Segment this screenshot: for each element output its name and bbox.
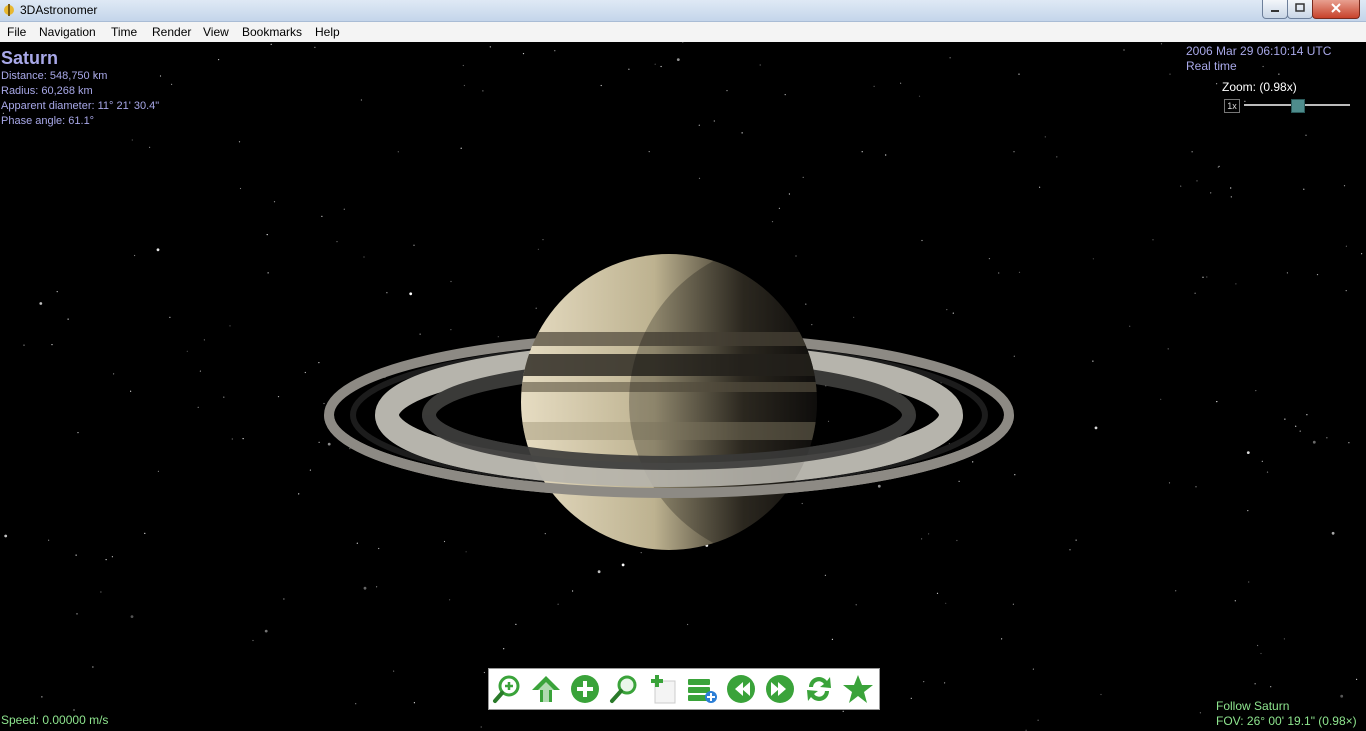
object-info: Distance: 548,750 km Radius: 60,268 km A… bbox=[1, 69, 159, 129]
object-distance: Distance: 548,750 km bbox=[1, 70, 108, 82]
app-icon bbox=[4, 4, 14, 16]
fast-forward-icon[interactable] bbox=[764, 673, 796, 705]
maximize-icon bbox=[1295, 3, 1305, 12]
zoom-in-icon[interactable] bbox=[491, 673, 523, 705]
minimize-button[interactable] bbox=[1262, 0, 1288, 19]
close-button[interactable] bbox=[1312, 0, 1360, 19]
object-name: Saturn bbox=[1, 48, 59, 68]
menu-bar: File Navigation Time Render View Bookmar… bbox=[0, 22, 1366, 43]
speed-readout: Speed: 0.00000 m/s bbox=[1, 713, 109, 727]
sky-viewport[interactable]: Saturn Distance: 548,750 km Radius: 60,2… bbox=[0, 42, 1366, 731]
refresh-icon[interactable] bbox=[803, 673, 835, 705]
add-item-icon[interactable] bbox=[647, 673, 679, 705]
close-icon bbox=[1331, 3, 1341, 13]
window-title: 3DAstronomer bbox=[20, 3, 98, 17]
time-info: 2006 Mar 29 06:10:14 UTC Real time bbox=[1186, 44, 1331, 74]
datetime-readout: 2006 Mar 29 06:10:14 UTC bbox=[1186, 44, 1332, 58]
fov-readout: FOV: 26° 00' 19.1" (0.98×) bbox=[1216, 714, 1357, 728]
up-arrow-icon[interactable] bbox=[530, 673, 562, 705]
add-layer-icon[interactable] bbox=[686, 673, 718, 705]
zoom-reset-button[interactable]: 1x bbox=[1224, 99, 1240, 113]
search-icon[interactable] bbox=[608, 673, 640, 705]
menu-help[interactable]: Help bbox=[315, 25, 340, 39]
add-icon[interactable] bbox=[569, 673, 601, 705]
object-apparent-diameter: Apparent diameter: 11° 21' 30.4" bbox=[1, 100, 160, 112]
time-mode: Real time bbox=[1186, 59, 1237, 73]
maximize-button[interactable] bbox=[1287, 0, 1313, 19]
menu-bookmarks[interactable]: Bookmarks bbox=[242, 25, 302, 39]
bottom-toolbar bbox=[488, 668, 880, 710]
menu-view[interactable]: View bbox=[203, 25, 229, 39]
follow-info: Follow Saturn FOV: 26° 00' 19.1" (0.98×) bbox=[1216, 699, 1357, 729]
zoom-label: Zoom: (0.98x) bbox=[1222, 80, 1297, 94]
saturn-planet bbox=[324, 254, 1014, 550]
follow-target: Follow Saturn bbox=[1216, 699, 1290, 713]
title-bar: 3DAstronomer bbox=[0, 0, 1366, 22]
rewind-icon[interactable] bbox=[725, 673, 757, 705]
menu-time[interactable]: Time bbox=[111, 25, 137, 39]
minimize-icon bbox=[1271, 10, 1279, 12]
object-radius: Radius: 60,268 km bbox=[1, 85, 93, 97]
star-icon[interactable] bbox=[842, 673, 874, 705]
menu-render[interactable]: Render bbox=[152, 25, 191, 39]
object-phase-angle: Phase angle: 61.1° bbox=[1, 115, 95, 127]
zoom-slider-thumb[interactable] bbox=[1291, 99, 1305, 113]
menu-navigation[interactable]: Navigation bbox=[39, 25, 96, 39]
menu-file[interactable]: File bbox=[7, 25, 26, 39]
